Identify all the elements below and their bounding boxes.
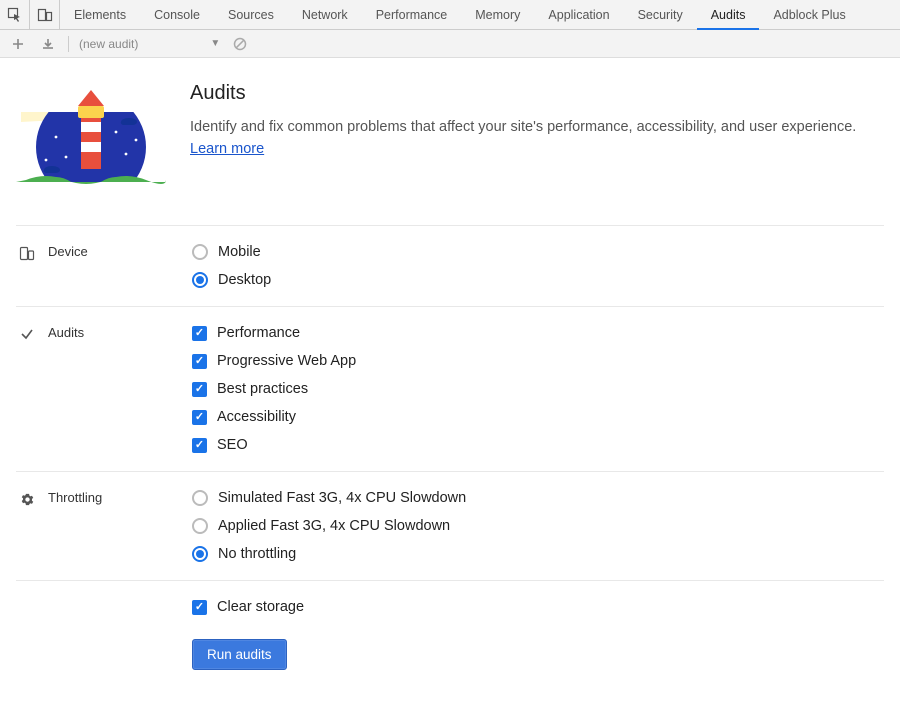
inspect-element-icon[interactable] <box>0 0 30 30</box>
radio-device-mobile[interactable]: Mobile <box>192 244 271 260</box>
devtools-tabbar: Elements Console Sources Network Perform… <box>0 0 900 30</box>
checkbox-icon <box>192 326 207 341</box>
tab-memory[interactable]: Memory <box>461 0 534 29</box>
check-icon <box>18 327 36 341</box>
tab-performance[interactable]: Performance <box>362 0 462 29</box>
audit-dropdown[interactable]: (new audit) ▼ <box>79 37 220 51</box>
learn-more-link[interactable]: Learn more <box>190 141 264 157</box>
section-throttling: Throttling Simulated Fast 3G, 4x CPU Slo… <box>16 472 884 581</box>
section-audits-label: Audits <box>48 325 84 340</box>
checkbox-best-practices[interactable]: Best practices <box>192 381 356 397</box>
tab-application[interactable]: Application <box>534 0 623 29</box>
gear-icon <box>18 492 36 507</box>
radio-throttling-simulated[interactable]: Simulated Fast 3G, 4x CPU Slowdown <box>192 490 466 506</box>
section-device: Device Mobile Desktop <box>16 226 884 307</box>
checkbox-progressive-web-app[interactable]: Progressive Web App <box>192 353 356 369</box>
radio-icon <box>192 244 208 260</box>
checkbox-icon <box>192 600 207 615</box>
radio-device-desktop[interactable]: Desktop <box>192 272 271 288</box>
radio-icon <box>192 490 208 506</box>
device-icon <box>18 246 36 262</box>
clear-icon[interactable] <box>230 34 250 54</box>
tab-audits[interactable]: Audits <box>697 0 760 29</box>
checkbox-icon <box>192 438 207 453</box>
section-device-label: Device <box>48 244 88 259</box>
device-toolbar-icon[interactable] <box>30 0 60 30</box>
radio-icon <box>192 272 208 288</box>
tab-sources[interactable]: Sources <box>214 0 288 29</box>
run-audits-button[interactable]: Run audits <box>192 639 287 670</box>
radio-icon <box>192 546 208 562</box>
radio-throttling-applied[interactable]: Applied Fast 3G, 4x CPU Slowdown <box>192 518 466 534</box>
checkbox-seo[interactable]: SEO <box>192 437 356 453</box>
section-throttling-label: Throttling <box>48 490 102 505</box>
page-title: Audits <box>190 82 884 105</box>
audits-page: Audits Identify and fix common problems … <box>0 58 900 728</box>
section-audits: Audits Performance Progressive Web App B… <box>16 307 884 472</box>
radio-icon <box>192 518 208 534</box>
page-subtitle: Identify and fix common problems that af… <box>190 117 884 161</box>
checkbox-performance[interactable]: Performance <box>192 325 356 341</box>
checkbox-icon <box>192 410 207 425</box>
tab-console[interactable]: Console <box>140 0 214 29</box>
radio-throttling-none[interactable]: No throttling <box>192 546 466 562</box>
section-extra: Clear storage Run audits <box>16 581 884 688</box>
checkbox-accessibility[interactable]: Accessibility <box>192 409 356 425</box>
tab-elements[interactable]: Elements <box>60 0 140 29</box>
audit-dropdown-label: (new audit) <box>79 37 138 51</box>
download-icon[interactable] <box>38 34 58 54</box>
tab-security[interactable]: Security <box>624 0 697 29</box>
checkbox-icon <box>192 382 207 397</box>
audits-header: Audits Identify and fix common problems … <box>16 82 884 226</box>
dropdown-triangle-icon: ▼ <box>210 38 220 49</box>
audits-toolbar: (new audit) ▼ <box>0 30 900 58</box>
new-audit-icon[interactable] <box>8 34 28 54</box>
tab-adblock-plus[interactable]: Adblock Plus <box>759 0 859 29</box>
checkbox-icon <box>192 354 207 369</box>
tab-network[interactable]: Network <box>288 0 362 29</box>
checkbox-clear-storage[interactable]: Clear storage <box>192 599 304 615</box>
lighthouse-logo <box>16 82 166 195</box>
